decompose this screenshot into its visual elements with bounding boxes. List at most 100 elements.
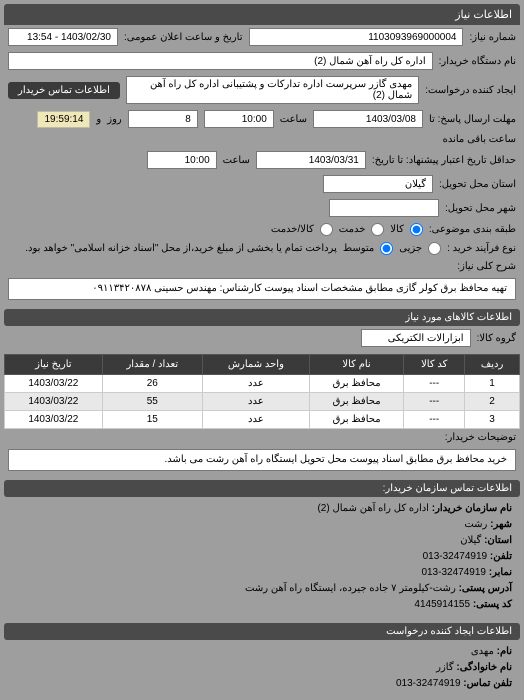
packaging-label: طبقه بندی موضوعی: — [429, 224, 516, 235]
buyer-note-label: توضیحات خریدار: — [445, 432, 516, 443]
table-cell: --- — [404, 375, 465, 393]
proc-medium-text: متوسط — [343, 243, 374, 254]
pkg-both-input[interactable] — [320, 223, 333, 236]
contact-info: نام سازمان خریدار: اداره کل راه آهن شمال… — [4, 497, 520, 617]
pkg-service-text: خدمت — [339, 224, 366, 235]
creator-name: مهدی — [471, 646, 494, 657]
table-header: تاریخ نیاز — [5, 355, 103, 375]
table-cell: 1403/03/22 — [5, 375, 103, 393]
address-label: آدرس پستی: — [459, 583, 512, 594]
prov-value: گیلان — [460, 535, 481, 546]
contact-buyer-button[interactable]: اطلاعات تماس خریدار — [8, 82, 120, 99]
table-cell: محافظ برق — [309, 375, 403, 393]
pkg-goods-input[interactable] — [410, 223, 423, 236]
table-cell: عدد — [202, 375, 309, 393]
org-label: نام سازمان خریدار: — [432, 503, 512, 514]
validity-date-field: 1403/03/31 — [256, 151, 366, 169]
announce-label: تاریخ و ساعت اعلان عمومی: — [124, 32, 243, 43]
creator-phone: 32474919-013 — [396, 678, 461, 689]
pkg-service-radio[interactable]: خدمت — [339, 223, 385, 236]
proc-partial-text: جزیی — [399, 243, 422, 254]
table-cell: --- — [404, 393, 465, 411]
pkg-goods-radio[interactable]: کالا — [390, 223, 423, 236]
table-cell: 26 — [102, 375, 202, 393]
pkg-both-radio[interactable]: کالا/خدمت — [271, 223, 333, 236]
postal-label: کد پستی: — [473, 599, 512, 610]
proc-partial-radio[interactable]: جزیی — [399, 242, 441, 255]
postal-value: 4145914155 — [414, 599, 470, 610]
proc-medium-radio[interactable]: متوسط — [343, 242, 393, 255]
city-label: شهر: — [490, 519, 512, 530]
contact-header-text: اطلاعات تماس سازمان خریدار: — [383, 483, 512, 494]
goods-header-bar: اطلاعات کالاهای مورد نیاز — [4, 309, 520, 326]
table-cell: عدد — [202, 411, 309, 429]
table-cell: 2 — [465, 393, 520, 411]
remaining-time: 19:59:14 — [37, 111, 90, 128]
phone-value: 32474919-013 — [423, 551, 488, 562]
table-cell: 1403/03/22 — [5, 411, 103, 429]
table-cell: 3 — [465, 411, 520, 429]
deadline-time-field: 10:00 — [204, 110, 274, 128]
pkg-both-text: کالا/خدمت — [271, 224, 314, 235]
deadline-date-field: 1403/03/08 — [313, 110, 423, 128]
requester-field: مهدی گازر سرپرست اداره تدارکات و پشتیبان… — [126, 76, 419, 104]
validity-time-field: 10:00 — [147, 151, 217, 169]
creator-header-bar: اطلاعات ایجاد کننده درخواست — [4, 623, 520, 640]
group-field: ابزارالات الکتریکی — [361, 329, 471, 347]
panel-title: اطلاعات نیاز — [455, 9, 512, 21]
proc-medium-input[interactable] — [380, 242, 393, 255]
table-row: 2---محافظ برقعدد551403/03/22 — [5, 393, 520, 411]
request-number-label: شماره نیاز: — [469, 32, 516, 43]
city-value: رشت — [464, 519, 487, 530]
creator-header-text: اطلاعات ایجاد کننده درخواست — [386, 626, 512, 637]
creator-family-label: نام خانوادگی: — [456, 662, 512, 673]
table-cell: --- — [404, 411, 465, 429]
request-number-field: 1103093969000004 — [249, 28, 464, 46]
process-note: پرداخت تمام یا بخشی از مبلغ خرید،از محل … — [25, 243, 337, 254]
table-header: ردیف — [465, 355, 520, 375]
table-cell: محافظ برق — [309, 393, 403, 411]
creator-info: نام: مهدی نام خانوادگی: گازر تلفن تماس: … — [4, 640, 520, 696]
remaining-label: ساعت باقی مانده — [443, 134, 516, 145]
goods-header-text: اطلاعات کالاهای مورد نیاز — [405, 312, 512, 323]
proc-partial-input[interactable] — [428, 242, 441, 255]
creator-name-label: نام: — [497, 646, 512, 657]
buyer-note-box: خرید محافظ برق مطابق اسناد پیوست محل تحو… — [8, 449, 516, 471]
creator-family: گازر — [436, 662, 453, 673]
table-cell: 55 — [102, 393, 202, 411]
time-label-2: ساعت — [223, 155, 250, 166]
contact-header-bar: اطلاعات تماس سازمان خریدار: — [4, 480, 520, 497]
buyer-name-label: نام دستگاه خریدار: — [439, 56, 516, 67]
announce-field: 1403/02/30 - 13:54 — [8, 28, 118, 46]
goods-table: ردیفکد کالانام کالاواحد شمارشتعداد / مقد… — [4, 354, 520, 429]
table-header: تعداد / مقدار — [102, 355, 202, 375]
city-delivery-label: شهر محل تحویل: — [445, 203, 516, 214]
pkg-goods-text: کالا — [390, 224, 404, 235]
desc-label: شرح کلی نیاز: — [457, 261, 516, 272]
process-label: نوع فرآیند خرید : — [447, 243, 516, 254]
table-header: کد کالا — [404, 355, 465, 375]
group-label: گروه کالا: — [477, 333, 516, 344]
address-value: رشت-کیلومتر ۷ جاده جیرده، ایستگاه راه آه… — [245, 583, 456, 594]
table-cell: 15 — [102, 411, 202, 429]
province-field: گیلان — [323, 175, 433, 193]
pkg-service-input[interactable] — [371, 223, 384, 236]
panel-header: اطلاعات نیاز — [4, 4, 520, 25]
time-label-1: ساعت — [280, 114, 307, 125]
deadline-label: مهلت ارسال پاسخ: تا — [429, 114, 516, 125]
table-cell: عدد — [202, 393, 309, 411]
table-row: 3---محافظ برقعدد151403/03/22 — [5, 411, 520, 429]
fax-value: 32474919-013 — [421, 567, 486, 578]
validity-label: حداقل تاریخ اعتبار پیشنهاد: تا تاریخ: — [372, 155, 516, 166]
buyer-name-field: اداره کل راه آهن شمال (2) — [8, 52, 433, 70]
days-field: 8 — [128, 110, 198, 128]
city-delivery-field — [329, 199, 439, 217]
desc-box: تهیه محافظ برق کولر گازی مطابق مشخصات اس… — [8, 278, 516, 300]
days-and: و — [96, 114, 101, 125]
org-value: اداره کل راه آهن شمال (2) — [317, 503, 429, 514]
table-cell: 1403/03/22 — [5, 393, 103, 411]
table-header: واحد شمارش — [202, 355, 309, 375]
table-row: 1---محافظ برقعدد261403/03/22 — [5, 375, 520, 393]
requester-label: ایجاد کننده درخواست: — [425, 85, 516, 96]
table-header: نام کالا — [309, 355, 403, 375]
